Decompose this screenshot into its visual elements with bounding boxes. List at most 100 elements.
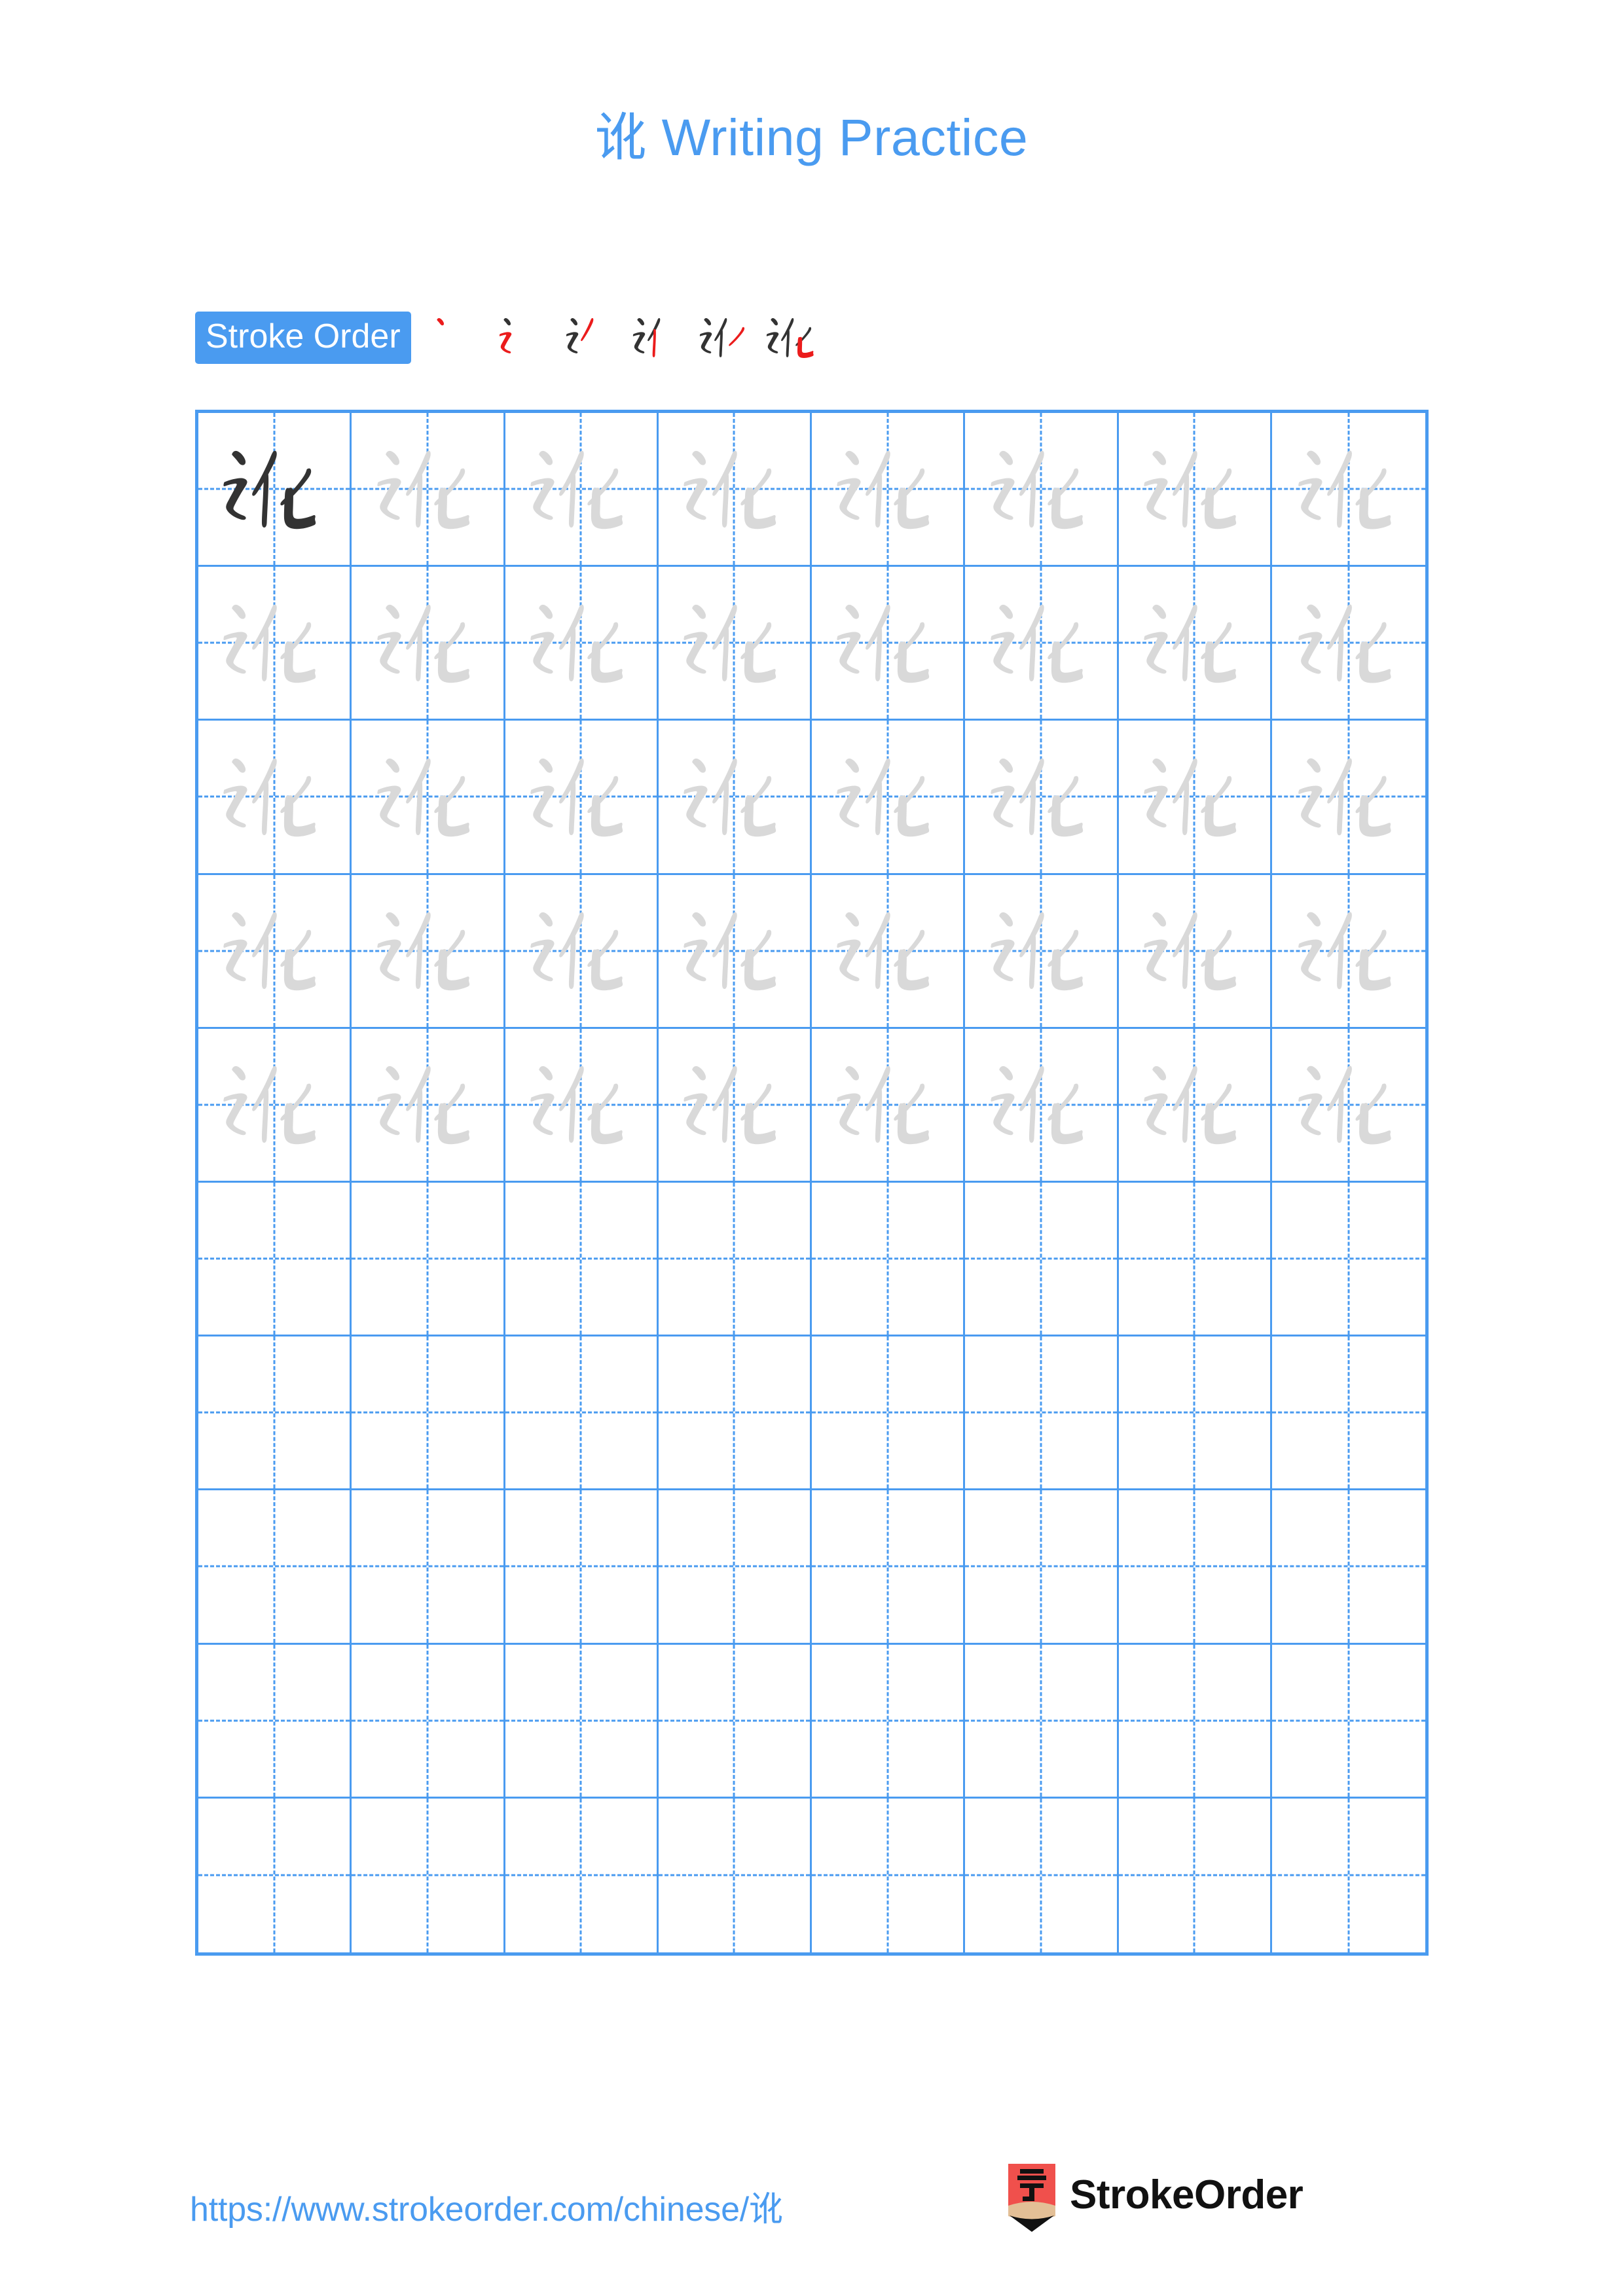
practice-cell-r10-c2[interactable] <box>352 1798 505 1952</box>
practice-cell-r9-c8[interactable] <box>1271 1645 1425 1799</box>
practice-cell-r9-c2[interactable] <box>352 1644 505 1799</box>
practice-cell-r7-c6[interactable] <box>965 1336 1119 1491</box>
practice-cell-r6-c3[interactable] <box>505 1182 659 1337</box>
practice-cell-r1-c7[interactable] <box>1118 413 1272 567</box>
practice-cell-r3-c3[interactable] <box>505 721 659 875</box>
practice-cell-r10-c5[interactable] <box>812 1798 966 1952</box>
practice-cell-r9-c1[interactable] <box>198 1644 352 1799</box>
trace-character <box>812 875 963 1027</box>
practice-cell-r3-c7[interactable] <box>1118 721 1272 875</box>
practice-cell-r10-c8[interactable] <box>1272 1799 1425 1952</box>
practice-cell-r8-c8[interactable] <box>1271 1490 1425 1645</box>
practice-cell-r5-c4[interactable] <box>658 1028 812 1183</box>
practice-cell-r5-c7[interactable] <box>1118 1028 1272 1183</box>
practice-cell-r1-c2[interactable] <box>352 413 505 567</box>
trace-character <box>812 1029 963 1181</box>
practice-cell-r4-c8[interactable] <box>1271 875 1425 1029</box>
practice-cell-r8-c5[interactable] <box>812 1490 966 1645</box>
practice-cell-r4-c1[interactable] <box>198 874 352 1029</box>
practice-cell-r5-c1[interactable] <box>198 1028 352 1183</box>
practice-cell-r6-c4[interactable] <box>658 1182 812 1337</box>
practice-cell-r5-c5[interactable] <box>812 1028 966 1183</box>
practice-cell-r3-c1[interactable] <box>198 721 352 875</box>
practice-cell-r8-c2[interactable] <box>352 1490 505 1645</box>
practice-cell-r1-c5[interactable] <box>812 413 966 567</box>
practice-cell-r10-c4[interactable] <box>659 1798 812 1952</box>
practice-cell-r1-c3[interactable] <box>505 413 659 567</box>
practice-cell-r5-c8[interactable] <box>1271 1029 1425 1183</box>
trace-character <box>812 721 963 872</box>
practice-cell-r7-c4[interactable] <box>658 1336 812 1491</box>
practice-cell-r2-c3[interactable] <box>505 567 659 721</box>
footer-url-link[interactable]: https://www.strokeorder.com/chinese/讹 <box>190 2181 783 2231</box>
trace-character <box>965 875 1116 1027</box>
trace-character <box>505 1029 657 1181</box>
practice-cell-r3-c4[interactable] <box>658 721 812 875</box>
trace-character <box>198 721 350 872</box>
practice-cell-r4-c4[interactable] <box>658 874 812 1029</box>
practice-cell-r10-c6[interactable] <box>965 1798 1119 1952</box>
practice-cell-r7-c7[interactable] <box>1118 1336 1272 1491</box>
practice-cell-r4-c7[interactable] <box>1118 874 1272 1029</box>
practice-cell-r4-c6[interactable] <box>965 874 1119 1029</box>
practice-cell-r4-c5[interactable] <box>812 874 966 1029</box>
practice-cell-r3-c5[interactable] <box>812 721 966 875</box>
practice-cell-r7-c1[interactable] <box>198 1336 352 1491</box>
trace-character <box>1119 875 1270 1027</box>
practice-cell-r2-c2[interactable] <box>352 567 505 721</box>
trace-character <box>1272 875 1425 1027</box>
practice-cell-r2-c8[interactable] <box>1271 567 1425 721</box>
trace-character <box>1119 567 1270 719</box>
practice-cell-r5-c3[interactable] <box>505 1028 659 1183</box>
practice-cell-r10-c7[interactable] <box>1119 1798 1272 1952</box>
practice-cell-r2-c5[interactable] <box>812 567 966 721</box>
practice-cell-r6-c5[interactable] <box>812 1182 966 1337</box>
trace-character <box>352 875 503 1027</box>
practice-cell-r9-c5[interactable] <box>812 1644 966 1799</box>
practice-cell-r9-c7[interactable] <box>1118 1644 1272 1799</box>
practice-cell-r4-c2[interactable] <box>352 874 505 1029</box>
practice-cell-r1-c8[interactable] <box>1271 413 1425 567</box>
practice-cell-r8-c3[interactable] <box>505 1490 659 1645</box>
practice-cell-r5-c2[interactable] <box>352 1028 505 1183</box>
practice-cell-r10-c1[interactable] <box>198 1798 352 1952</box>
trace-character <box>505 875 657 1027</box>
practice-cell-r3-c8[interactable] <box>1271 721 1425 875</box>
practice-cell-r7-c3[interactable] <box>505 1336 659 1491</box>
practice-cell-r8-c6[interactable] <box>965 1490 1119 1645</box>
trace-character <box>659 875 810 1027</box>
practice-cell-r2-c7[interactable] <box>1118 567 1272 721</box>
practice-cell-r2-c6[interactable] <box>965 567 1119 721</box>
practice-cell-r1-c6[interactable] <box>965 413 1119 567</box>
practice-cell-r6-c8[interactable] <box>1271 1183 1425 1337</box>
practice-cell-r1-c1[interactable] <box>198 413 352 567</box>
practice-cell-r2-c1[interactable] <box>198 567 352 721</box>
practice-cell-r10-c3[interactable] <box>505 1798 659 1952</box>
practice-cell-r6-c6[interactable] <box>965 1182 1119 1337</box>
practice-cell-r6-c7[interactable] <box>1118 1182 1272 1337</box>
practice-cell-r3-c2[interactable] <box>352 721 505 875</box>
practice-cell-r7-c5[interactable] <box>812 1336 966 1491</box>
practice-cell-r8-c7[interactable] <box>1118 1490 1272 1645</box>
practice-grid[interactable] <box>195 410 1429 1956</box>
practice-cell-r8-c4[interactable] <box>658 1490 812 1645</box>
brand-logo[interactable]: StrokeOrder <box>1008 2164 1304 2232</box>
practice-cell-r3-c6[interactable] <box>965 721 1119 875</box>
practice-cell-r9-c3[interactable] <box>505 1644 659 1799</box>
trace-character <box>1119 721 1270 872</box>
practice-cell-r5-c6[interactable] <box>965 1028 1119 1183</box>
practice-cell-r8-c1[interactable] <box>198 1490 352 1645</box>
practice-cell-r1-c4[interactable] <box>658 413 812 567</box>
trace-character <box>659 567 810 719</box>
practice-cell-r9-c4[interactable] <box>658 1644 812 1799</box>
practice-cell-r7-c8[interactable] <box>1271 1336 1425 1491</box>
practice-cell-r6-c2[interactable] <box>352 1182 505 1337</box>
model-character <box>198 413 350 565</box>
practice-cell-r9-c6[interactable] <box>965 1644 1119 1799</box>
practice-cell-r6-c1[interactable] <box>198 1182 352 1337</box>
trace-character <box>1272 721 1425 872</box>
practice-cell-r7-c2[interactable] <box>352 1336 505 1491</box>
practice-cell-r4-c3[interactable] <box>505 874 659 1029</box>
practice-cell-r2-c4[interactable] <box>658 567 812 721</box>
trace-character <box>965 1029 1116 1181</box>
